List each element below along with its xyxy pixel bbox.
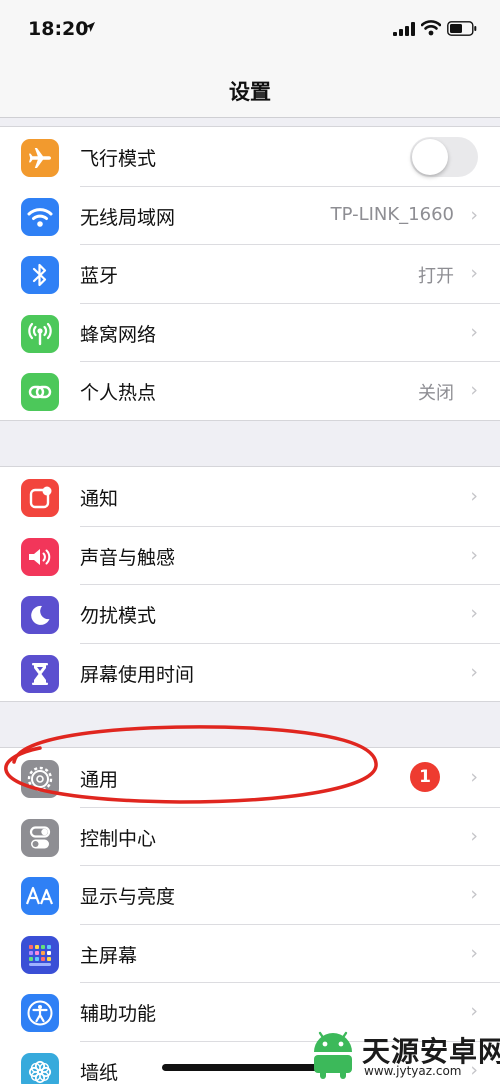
- cellular-signal-icon: [393, 22, 415, 36]
- chevron-right-icon: ›: [470, 379, 478, 401]
- chevron-right-icon: ›: [470, 660, 478, 683]
- row-label: 无线局域网: [80, 206, 176, 229]
- cellular-icon: [21, 314, 59, 353]
- airplane-mode-toggle[interactable]: [410, 137, 478, 177]
- toggle-knob: [412, 139, 448, 175]
- row-label: 屏幕使用时间: [80, 663, 195, 686]
- row-label: 显示与亮度: [80, 886, 176, 908]
- settings-group-notifications: 通知 › 声音与触感 › 勿扰模式 › 屏幕使用时间 ›: [0, 466, 500, 702]
- navigation-bar: 设置: [0, 60, 500, 118]
- control-center-icon: [21, 818, 59, 857]
- row-value: TP-LINK_1660: [330, 203, 454, 225]
- row-label: 声音与触感: [80, 546, 176, 569]
- row-label: 个人热点: [80, 382, 157, 404]
- android-logo-icon: [314, 1031, 352, 1079]
- chevron-right-icon: ›: [470, 262, 478, 284]
- chevron-right-icon: ›: [470, 543, 478, 566]
- settings-group-connectivity: 飞行模式 无线局域网 TP-LINK_1660 › 蓝牙 打开 › 蜂窝网络 ›…: [0, 126, 500, 421]
- moon-icon: [21, 596, 59, 634]
- accessibility-icon: [21, 994, 59, 1032]
- row-label: 通知: [80, 488, 119, 510]
- settings-row-sounds-haptics[interactable]: 声音与触感 ›: [0, 525, 500, 585]
- location-arrow-icon: [85, 22, 95, 32]
- notification-icon: [21, 479, 59, 517]
- watermark-logo: 天源安卓网 www.jytyaz.com: [306, 1028, 500, 1082]
- chevron-right-icon: ›: [470, 602, 478, 624]
- settings-row-display-brightness[interactable]: 显示与亮度 ›: [0, 865, 500, 924]
- chevron-right-icon: ›: [470, 824, 478, 847]
- row-label: 控制中心: [80, 827, 157, 850]
- row-value: 打开: [418, 266, 454, 287]
- watermark-url: www.jytyaz.com: [364, 1064, 462, 1078]
- hotspot-icon: [21, 373, 59, 411]
- chevron-right-icon: ›: [470, 941, 478, 964]
- chevron-right-icon: ›: [470, 1000, 478, 1022]
- hourglass-icon: [21, 654, 59, 693]
- battery-icon: [447, 21, 477, 36]
- settings-row-airplane-mode[interactable]: 飞行模式: [0, 127, 500, 186]
- row-value: 关闭: [418, 383, 454, 404]
- settings-row-control-center[interactable]: 控制中心 ›: [0, 806, 500, 866]
- bluetooth-icon: [21, 256, 59, 294]
- chevron-right-icon: ›: [470, 320, 478, 343]
- chevron-right-icon: ›: [470, 766, 478, 788]
- airplane-icon: [21, 139, 59, 177]
- settings-row-personal-hotspot[interactable]: 个人热点 关闭 ›: [0, 361, 500, 420]
- row-label: 辅助功能: [80, 1003, 157, 1025]
- page-title: 设置: [229, 80, 271, 104]
- annotation-ellipse: [4, 725, 378, 804]
- status-time: 18:20: [28, 18, 89, 40]
- settings-row-screen-time[interactable]: 屏幕使用时间 ›: [0, 642, 500, 702]
- settings-row-do-not-disturb[interactable]: 勿扰模式 ›: [0, 584, 500, 643]
- row-label: 飞行模式: [80, 148, 157, 170]
- settings-row-home-screen[interactable]: 主屏幕 ›: [0, 923, 500, 983]
- row-label: 蓝牙: [80, 265, 119, 287]
- settings-row-bluetooth[interactable]: 蓝牙 打开 ›: [0, 244, 500, 303]
- settings-row-notifications[interactable]: 通知 ›: [0, 467, 500, 526]
- settings-row-cellular[interactable]: 蜂窝网络 ›: [0, 302, 500, 362]
- row-label: 主屏幕: [80, 944, 138, 967]
- status-bar: 18:20: [0, 0, 500, 60]
- notification-badge: 1: [410, 762, 440, 792]
- wifi-icon: [21, 197, 59, 236]
- chevron-right-icon: ›: [470, 883, 478, 905]
- row-label: 墙纸: [80, 1061, 119, 1084]
- settings-row-wlan[interactable]: 无线局域网 TP-LINK_1660 ›: [0, 185, 500, 245]
- sound-icon: [21, 537, 59, 576]
- wifi-status-icon: [421, 20, 441, 36]
- wallpaper-icon: [21, 1052, 59, 1084]
- chevron-right-icon: ›: [470, 485, 478, 507]
- row-label: 蜂窝网络: [80, 323, 157, 346]
- row-label: 勿扰模式: [80, 605, 157, 627]
- text-size-icon: [21, 877, 59, 915]
- home-screen-icon: [21, 935, 59, 974]
- chevron-right-icon: ›: [470, 203, 478, 226]
